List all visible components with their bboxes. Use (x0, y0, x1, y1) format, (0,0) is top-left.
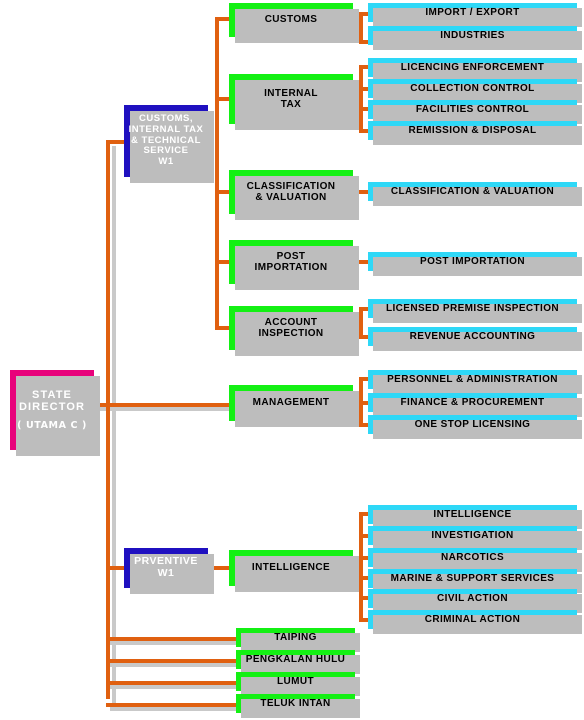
node-leaf-criminal-action[interactable]: CRIMINAL ACTION (368, 610, 582, 634)
node-shadow (235, 391, 359, 427)
node-station-lumut[interactable]: LUMUT (236, 672, 360, 696)
leaf-label: CLASSIFICATION & VALUATION (390, 185, 555, 197)
division-0-line-4: W1 (158, 155, 174, 167)
leaf-label: INTELLIGENCE (433, 508, 512, 520)
leaf-label: FINANCE & PROCUREMENT (400, 396, 545, 408)
leaf-label: NARCOTICS (440, 551, 505, 563)
node-leaf-industries[interactable]: INDUSTRIES (368, 26, 582, 50)
division1-unit-rail (215, 19, 219, 329)
node-leaf-one-stop-licensing[interactable]: ONE STOP LICENSING (368, 415, 582, 439)
connector-trunk-to-preventive (106, 566, 126, 570)
leaf-label: LICENCING ENFORCEMENT (400, 61, 545, 73)
node-leaf-remission-disposal[interactable]: REMISSION & DISPOSAL (368, 121, 582, 145)
station-label: LUMUT (277, 675, 314, 687)
connector-unit-internal-tax (215, 97, 229, 101)
leaf-label: CIVIL ACTION (437, 592, 508, 604)
connector-unit-account-inspection (215, 326, 229, 330)
node-leaf-revenue-accounting[interactable]: REVENUE ACCOUNTING (368, 327, 582, 351)
leaf-label: REVENUE ACCOUNTING (409, 330, 536, 342)
node-leaf-finance-procurement[interactable]: FINANCE & PROCUREMENT (368, 393, 582, 417)
node-station-pengkalan-hulu[interactable]: PENGKALAN HULU (236, 650, 360, 674)
leaf-label: CRIMINAL ACTION (424, 613, 521, 625)
node-unit-intelligence[interactable]: INTELLIGENCE (229, 550, 359, 592)
node-unit-account-inspection[interactable]: ACCOUNT INSPECTION (229, 306, 359, 356)
unit-post-importation-line-1: IMPORTATION (254, 262, 328, 273)
node-unit-customs[interactable]: CUSTOMS (229, 3, 359, 43)
connector-station-1 (106, 659, 236, 663)
connector-unit-post-importation (215, 260, 229, 264)
leaf-label: PERSONNEL & ADMINISTRATION (387, 373, 558, 385)
station-label: TAIPING (274, 631, 317, 643)
connector-unit-classification (215, 190, 229, 194)
connector-root-to-management (76, 403, 236, 407)
unit-classification-line-0: CLASSIFICATION (246, 180, 336, 192)
node-unit-internal-tax[interactable]: INTERNAL TAX (229, 74, 359, 130)
node-unit-post-importation[interactable]: POST IMPORTATION (229, 240, 359, 290)
connector-div1-stub (106, 140, 124, 144)
connector-station-3 (106, 703, 236, 707)
unit-intelligence-label: INTELLIGENCE (251, 562, 331, 574)
station-branch-shadow-3 (110, 707, 238, 711)
leaf-label: INVESTIGATION (431, 529, 514, 541)
unit-internal-tax-line-1: TAX (280, 99, 302, 110)
unit-management-label: MANAGEMENT (252, 397, 330, 409)
connector-station-0 (106, 637, 236, 641)
leaf-label: IMPORT / EXPORT (425, 6, 520, 18)
unit-post-importation-line-0: POST (276, 250, 306, 262)
root-spine-shadow (80, 407, 238, 411)
node-state-director[interactable]: STATE DIRECTOR ( UTAMA C ) (10, 370, 100, 456)
unit-account-inspection-line-1: INSPECTION (258, 328, 324, 339)
state-director-subtitle: ( UTAMA C ) (17, 419, 87, 431)
station-branch-shadow-1 (110, 663, 238, 667)
node-leaf-import-export[interactable]: IMPORT / EXPORT (368, 3, 582, 27)
node-unit-classification-valuation[interactable]: CLASSIFICATION & VALUATION (229, 170, 359, 220)
leaf-label: POST IMPORTATION (420, 255, 525, 267)
station-branch-shadow-2 (110, 685, 238, 689)
node-division-prventive[interactable]: PRVENTIVE W1 (124, 548, 214, 594)
state-director-line1: STATE (32, 388, 72, 401)
station-label: TELUK INTAN (260, 697, 331, 709)
station-label: PENGKALAN HULU (245, 653, 346, 665)
node-leaf-facilities-control[interactable]: FACILITIES CONTROL (368, 100, 582, 124)
node-leaf-intelligence[interactable]: INTELLIGENCE (368, 505, 582, 529)
connector-unit-customs (215, 17, 229, 21)
node-leaf-personnel-administration[interactable]: PERSONNEL & ADMINISTRATION (368, 370, 582, 394)
unit-classification-line-1: & VALUATION (255, 192, 327, 203)
main-trunk (106, 142, 110, 699)
state-director-line2: DIRECTOR (18, 401, 86, 414)
leaf-label: LICENSED PREMISE INSPECTION (385, 302, 560, 314)
org-chart: STATE DIRECTOR ( UTAMA C ) CUSTOMS, INTE… (0, 0, 584, 720)
node-shadow (235, 556, 359, 592)
leaf-label: REMISSION & DISPOSAL (408, 124, 537, 136)
node-leaf-civil-action[interactable]: CIVIL ACTION (368, 589, 582, 613)
trunk-shadow (112, 146, 116, 703)
node-division-customs-internal-tax-technical-service[interactable]: CUSTOMS, INTERNAL TAX & TECHNICAL SERVIC… (124, 105, 214, 183)
leaf-label: ONE STOP LICENSING (414, 418, 531, 430)
unit-customs-label: CUSTOMS (264, 14, 318, 26)
unit-internal-tax-line-0: INTERNAL (264, 87, 318, 99)
node-leaf-marine-support-services[interactable]: MARINE & SUPPORT SERVICES (368, 569, 582, 593)
node-station-teluk-intan[interactable]: TELUK INTAN (236, 694, 360, 718)
leaf-label: INDUSTRIES (440, 29, 505, 41)
node-leaf-narcotics[interactable]: NARCOTICS (368, 548, 582, 572)
connector-station-2 (106, 681, 236, 685)
station-branch-shadow-0 (110, 641, 238, 645)
node-leaf-classification-valuation[interactable]: CLASSIFICATION & VALUATION (368, 182, 582, 206)
division-1-line-1: W1 (157, 567, 175, 579)
node-leaf-collection-control[interactable]: COLLECTION CONTROL (368, 79, 582, 103)
leaf-label: MARINE & SUPPORT SERVICES (390, 572, 555, 584)
node-leaf-licencing-enforcement[interactable]: LICENCING ENFORCEMENT (368, 58, 582, 82)
leaf-label: FACILITIES CONTROL (415, 103, 530, 115)
unit-account-inspection-line-0: ACCOUNT (264, 316, 318, 328)
node-station-taiping[interactable]: TAIPING (236, 628, 360, 652)
node-leaf-post-importation[interactable]: POST IMPORTATION (368, 252, 582, 276)
node-unit-management[interactable]: MANAGEMENT (229, 385, 359, 427)
leaf-label: COLLECTION CONTROL (410, 82, 535, 94)
node-leaf-licensed-premise-inspection[interactable]: LICENSED PREMISE INSPECTION (368, 299, 582, 323)
node-leaf-investigation[interactable]: INVESTIGATION (368, 526, 582, 550)
